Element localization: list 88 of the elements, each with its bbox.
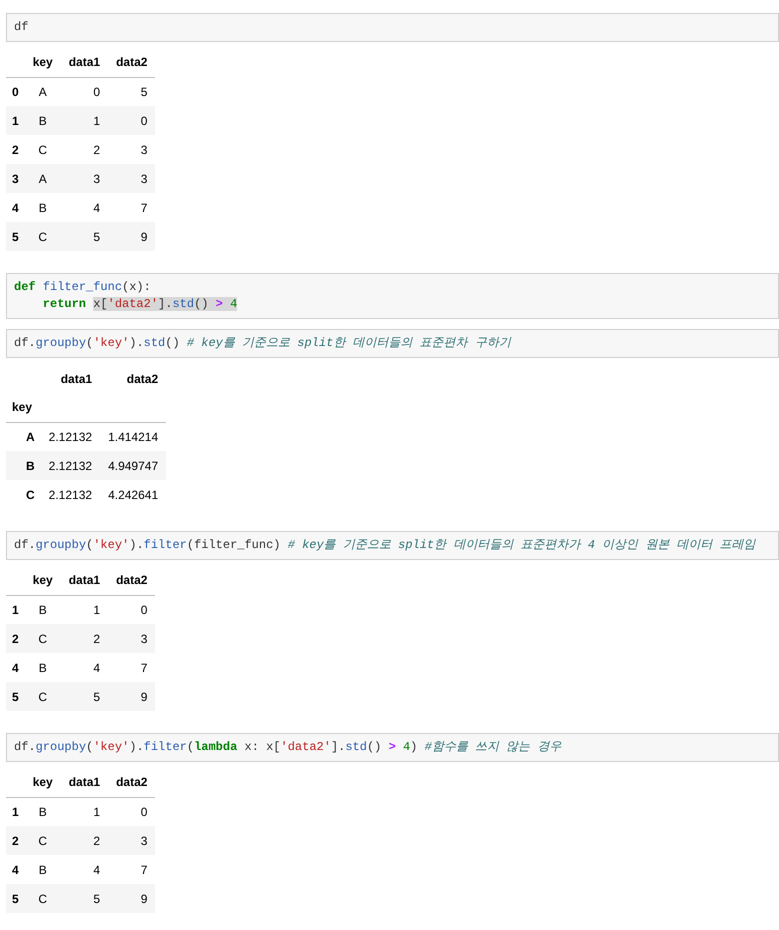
code-cell[interactable]: df.groupby('key').filter(filter_func) # key를 기준으로 split한 데이터들의 표준편차가 4 이상인 원본 데이터 프레임	[6, 531, 779, 560]
table-cell: 5	[60, 222, 108, 251]
table-cell: 0	[108, 797, 156, 826]
table-cell: 4	[60, 855, 108, 884]
table-cell: 9	[108, 682, 156, 711]
column-header: data1	[60, 48, 108, 77]
table-cell: 4.949747	[100, 451, 166, 480]
column-header: key	[24, 768, 61, 797]
table-cell: 1.414214	[100, 422, 166, 451]
table-cell: 4	[60, 653, 108, 682]
table-cell: 7	[108, 193, 156, 222]
row-index: 5	[6, 222, 25, 251]
table-cell: 0	[108, 595, 156, 624]
table-cell: 1	[60, 797, 108, 826]
table-cell: 3	[60, 164, 108, 193]
table-cell: A	[24, 77, 61, 106]
row-index: 1	[6, 595, 25, 624]
table-cell: C	[24, 624, 61, 653]
column-header: data1	[60, 370, 94, 388]
code-line: df.groupby('key').std() # key를 기준으로 split한 데이터들의 표준편차 구하기	[14, 335, 511, 352]
table-cell: 3	[108, 624, 156, 653]
table-cell: 2.12132	[40, 422, 100, 451]
table-cell: B	[24, 595, 61, 624]
table-cell: 9	[108, 884, 156, 913]
table-cell: A	[24, 164, 61, 193]
table-cell: C	[24, 222, 61, 251]
table-cell: B	[24, 106, 61, 135]
table-cell: C	[24, 826, 61, 855]
table-cell: 3	[108, 826, 156, 855]
column-header: data2	[108, 48, 156, 77]
column-header: key	[24, 48, 61, 77]
table-cell: 5	[60, 884, 108, 913]
row-index: 1	[6, 797, 25, 826]
column-header: data1	[60, 768, 108, 797]
row-index: 5	[6, 682, 25, 711]
table-cell: 2.12132	[40, 451, 100, 480]
table-cell: 3	[108, 164, 156, 193]
table-cell: 1	[60, 106, 108, 135]
table-cell: 0	[60, 77, 108, 106]
table-cell: 7	[108, 653, 156, 682]
index-name: key	[6, 393, 41, 422]
table-cell: 5	[108, 77, 156, 106]
code-line: df	[14, 19, 28, 36]
code-cell[interactable]: df.groupby('key').std() # key를 기준으로 split한 데이터들의 표준편차 구하기	[6, 329, 779, 358]
table-cell: B	[24, 193, 61, 222]
row-index: 4	[6, 653, 25, 682]
code-line: def filter_func(x):	[14, 279, 151, 296]
row-index: 5	[6, 884, 25, 913]
table-cell: 2	[60, 826, 108, 855]
code-cell[interactable]: df.groupby('key').filter(lambda x: x['data2'].std() > 4) #함수를 쓰지 않는 경우	[6, 733, 779, 762]
row-index: 0	[6, 77, 25, 106]
table-cell: B	[24, 653, 61, 682]
row-index: 3	[6, 164, 25, 193]
row-index: B	[6, 451, 41, 480]
table-cell: 3	[108, 135, 156, 164]
code-line: df.groupby('key').filter(filter_func) # key를 기준으로 split한 데이터들의 표준편차가 4 이상인 원본 데이터 프레임	[14, 537, 756, 554]
column-header: data2	[126, 370, 160, 388]
row-index: 4	[6, 193, 25, 222]
table-cell: 5	[60, 682, 108, 711]
table-cell: 4	[60, 193, 108, 222]
table-cell: 2.12132	[40, 480, 100, 509]
table-cell: 2	[60, 135, 108, 164]
table-cell: B	[24, 855, 61, 884]
code-cell[interactable]: def filter_func(x): return x['data2'].std() > 4	[6, 273, 779, 319]
column-header: data2	[108, 768, 156, 797]
row-index: A	[6, 422, 41, 451]
column-header: data2	[108, 566, 156, 595]
table-cell: 2	[60, 624, 108, 653]
code-line: df.groupby('key').filter(lambda x: x['data2'].std() > 4) #함수를 쓰지 않는 경우	[14, 739, 562, 756]
row-index: 2	[6, 826, 25, 855]
code-cell[interactable]: df	[6, 13, 779, 42]
table-cell: 4.242641	[100, 480, 166, 509]
table-cell: C	[24, 682, 61, 711]
code-line: return x['data2'].std() > 4	[42, 296, 238, 313]
column-header: key	[24, 566, 61, 595]
table-cell: 9	[108, 222, 156, 251]
column-header: data1	[60, 566, 108, 595]
table-cell: 0	[108, 106, 156, 135]
table-cell: 7	[108, 855, 156, 884]
row-index: 2	[6, 135, 25, 164]
table-cell: C	[24, 884, 61, 913]
row-index: 1	[6, 106, 25, 135]
table-cell: C	[24, 135, 61, 164]
row-index: 4	[6, 855, 25, 884]
row-index: C	[6, 480, 41, 509]
table-cell: 1	[60, 595, 108, 624]
row-index: 2	[6, 624, 25, 653]
table-cell: B	[24, 797, 61, 826]
